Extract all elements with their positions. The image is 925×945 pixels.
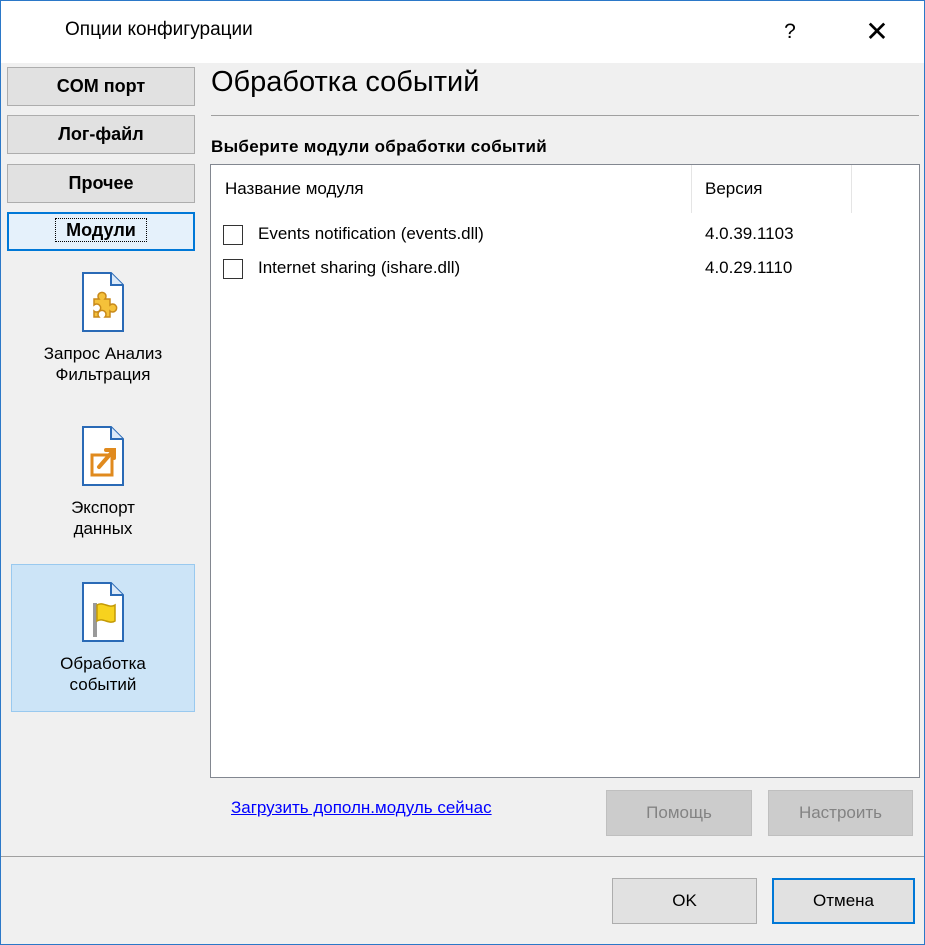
table-row[interactable]: Events notification (events.dll) 4.0.39.… <box>211 218 919 252</box>
footer-divider <box>1 856 924 857</box>
nav-button-modules-label: Модули <box>55 218 147 242</box>
export-icon <box>82 426 124 486</box>
nav-button-log-file[interactable]: Лог-файл <box>7 115 195 154</box>
help-title-button[interactable]: ? <box>775 15 805 49</box>
cancel-button[interactable]: Отмена <box>772 878 915 924</box>
module-checkbox[interactable] <box>223 259 243 279</box>
nav-button-com-port[interactable]: COM порт <box>7 67 195 106</box>
module-checkbox[interactable] <box>223 225 243 245</box>
flag-icon <box>82 582 124 642</box>
title-bar: Опции конфигурации ? ✕ <box>1 1 924 63</box>
module-label-query-analysis: Запрос Анализ Фильтрация <box>43 344 163 384</box>
page-title: Обработка событий <box>211 66 480 98</box>
modules-list[interactable]: Название модуля Версия Events notificati… <box>210 164 920 778</box>
ok-button[interactable]: OK <box>612 878 757 924</box>
table-row[interactable]: Internet sharing (ishare.dll) 4.0.29.111… <box>211 252 919 286</box>
list-header: Название модуля Версия <box>211 165 919 213</box>
close-button[interactable]: ✕ <box>862 15 892 49</box>
module-name: Events notification (events.dll) <box>258 224 484 243</box>
heading-divider <box>211 115 919 116</box>
nav-button-other[interactable]: Прочее <box>7 164 195 203</box>
module-version: 4.0.29.1110 <box>705 258 793 277</box>
nav-button-modules[interactable]: Модули <box>7 212 195 251</box>
help-button[interactable]: Помощь <box>606 790 752 836</box>
module-version: 4.0.39.1103 <box>705 224 794 243</box>
column-header-module-name[interactable]: Название модуля <box>211 165 692 213</box>
module-label-event-processing: Обработка событий <box>60 654 146 694</box>
window-title: Опции конфигурации <box>65 19 253 40</box>
module-name: Internet sharing (ishare.dll) <box>258 258 461 277</box>
column-header-version[interactable]: Версия <box>692 165 852 213</box>
section-title: Выберите модули обработки событий <box>211 137 547 156</box>
download-module-link[interactable]: Загрузить дополн.модуль сейчас <box>231 798 492 818</box>
module-label-data-export: Экспорт данных <box>71 498 135 538</box>
module-item-event-processing[interactable]: Обработка событий <box>11 564 195 712</box>
module-item-data-export[interactable]: Экспорт данных <box>11 425 195 573</box>
setup-button[interactable]: Настроить <box>768 790 913 836</box>
puzzle-icon <box>82 272 124 332</box>
module-item-query-analysis[interactable]: Запрос Анализ Фильтрация <box>11 271 195 419</box>
config-options-dialog: Опции конфигурации ? ✕ COM порт Лог-файл… <box>0 0 925 945</box>
